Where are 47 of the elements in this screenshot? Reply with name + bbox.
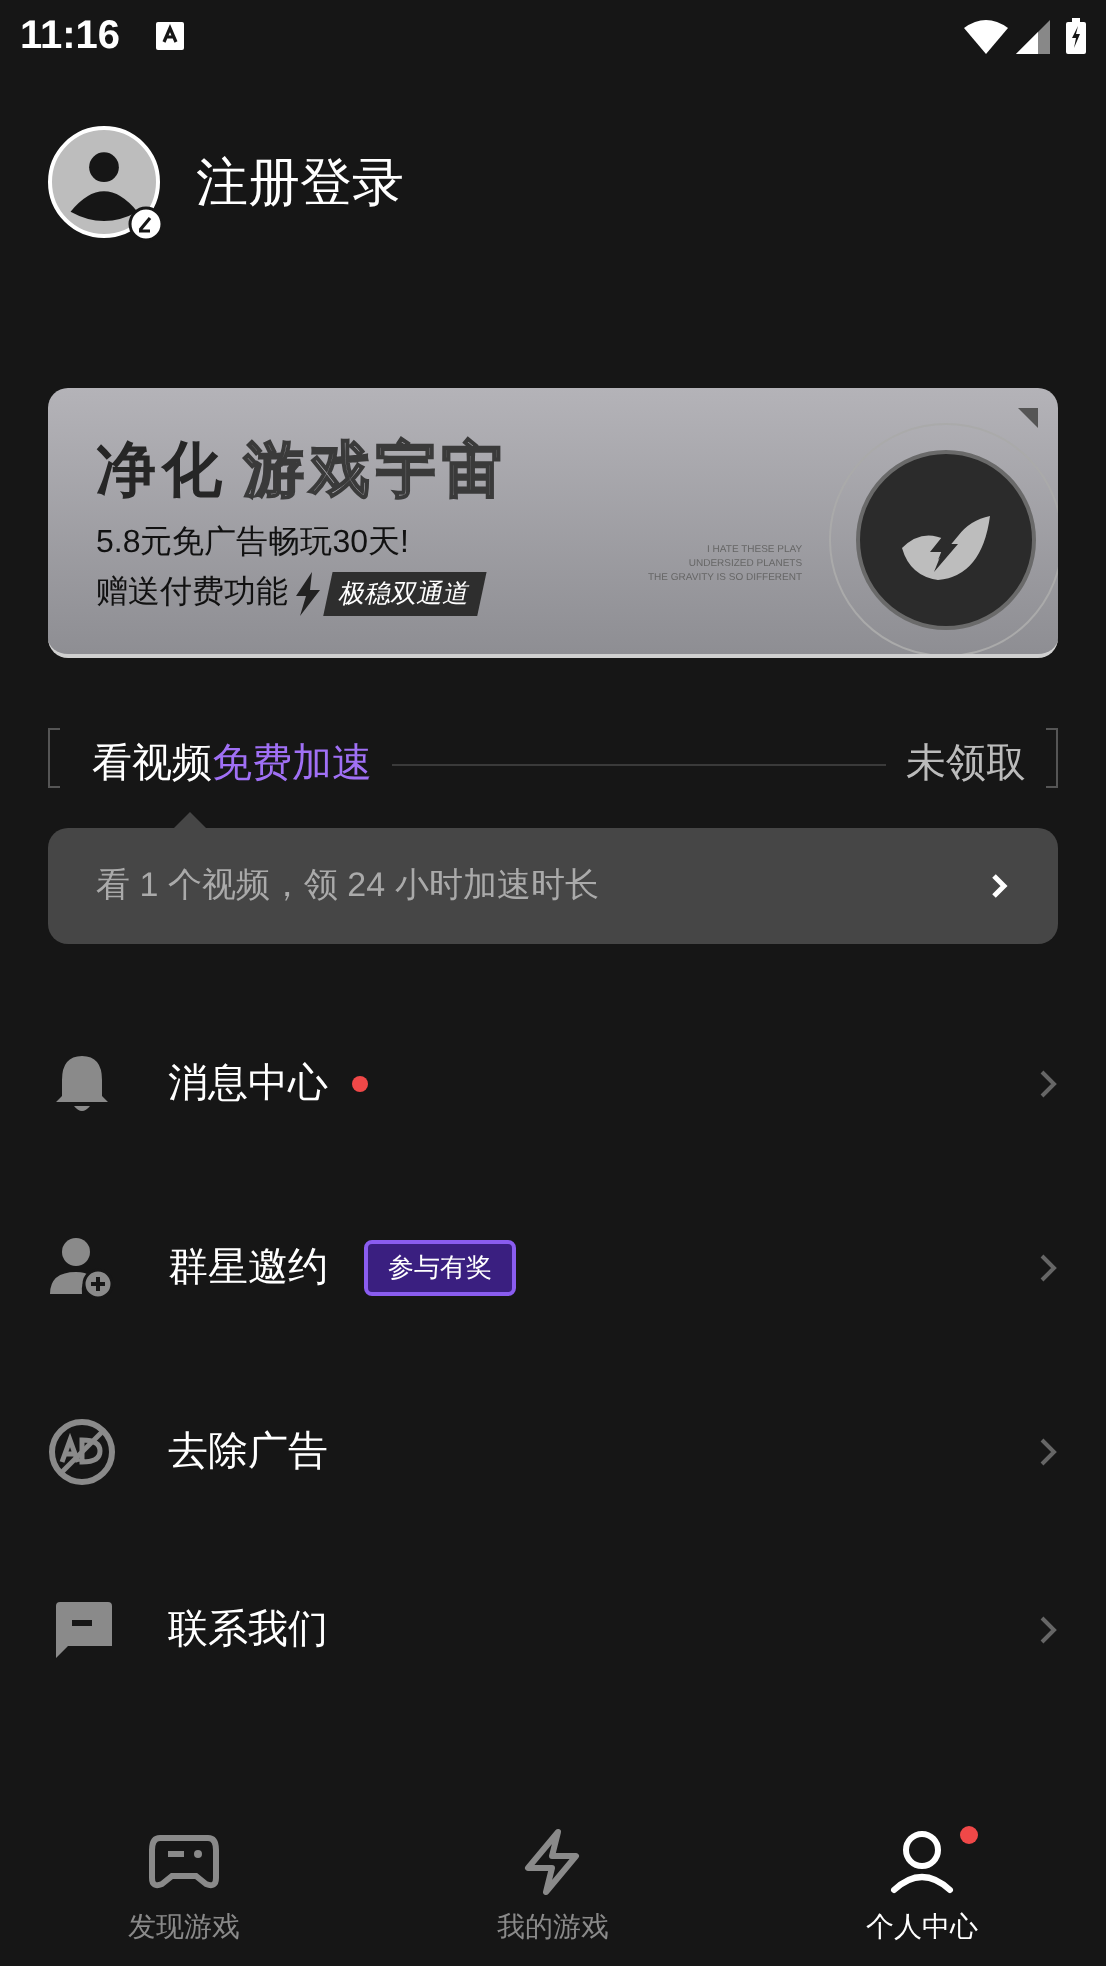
nav-label: 发现游戏	[128, 1908, 241, 1946]
feature-tag: 极稳双通道	[323, 571, 487, 615]
chevron-icon	[1038, 1436, 1058, 1468]
banner-text: 5.8元免广告畅玩30天!	[96, 523, 411, 563]
battery-icon	[1066, 18, 1086, 54]
corner-icon	[1018, 408, 1038, 428]
add-user-icon	[50, 1238, 114, 1298]
bell-icon	[54, 1052, 110, 1116]
claim-status: 未领取	[906, 740, 1026, 790]
nav-tab[interactable]: 发现游戏	[0, 1810, 369, 1966]
clock: 11:16	[20, 12, 121, 62]
wifi-icon	[964, 19, 1008, 53]
chevron-icon	[1038, 1614, 1058, 1646]
menu-label: 去除广告	[168, 1428, 328, 1478]
menu-item[interactable]: 去除广告	[0, 1410, 1106, 1494]
nav-tab[interactable]: 我的游戏	[368, 1810, 738, 1966]
chat-icon	[52, 1602, 112, 1658]
chevron-icon	[1038, 1068, 1058, 1100]
menu-label: 群星邀约	[168, 1244, 328, 1294]
login-link[interactable]: 注册登录	[196, 143, 404, 221]
chevron-icon	[990, 872, 1010, 900]
signal-icon	[1016, 19, 1050, 53]
card-text: 看 1 个视频，领 24 小时加速时长	[96, 864, 601, 909]
nav-label: 我的游戏	[496, 1908, 609, 1946]
banner-title-outline: 游戏宇宙	[244, 435, 508, 507]
nav-tab[interactable]: 个人中心	[737, 1810, 1106, 1966]
nav-label: 个人中心	[865, 1908, 978, 1946]
menu-item[interactable]: 联系我们	[0, 1588, 1106, 1672]
chevron-icon	[1038, 1252, 1058, 1284]
bracket-left	[48, 728, 60, 788]
banner-text: 赠送付费功能	[96, 573, 288, 613]
lightning-icon	[520, 1828, 585, 1896]
menu-label: 联系我们	[168, 1606, 328, 1656]
section-highlight: 免费加速	[212, 740, 372, 790]
card-pointer	[172, 812, 208, 830]
bracket-right	[1046, 728, 1058, 788]
menu-item[interactable]: 消息中心	[0, 1042, 1106, 1126]
person-icon	[889, 1828, 954, 1896]
no-ads-icon	[48, 1418, 116, 1486]
banner-title: 净化	[96, 435, 228, 507]
gamepad-icon	[148, 1832, 221, 1892]
reward-badge: 参与有奖	[364, 1240, 516, 1296]
edit-icon[interactable]	[128, 206, 164, 242]
section-title: 看视频	[92, 740, 212, 790]
menu-item[interactable]: 群星邀约 参与有奖	[0, 1226, 1106, 1310]
menu-label: 消息中心	[168, 1060, 328, 1110]
keyboard-icon	[156, 22, 185, 50]
